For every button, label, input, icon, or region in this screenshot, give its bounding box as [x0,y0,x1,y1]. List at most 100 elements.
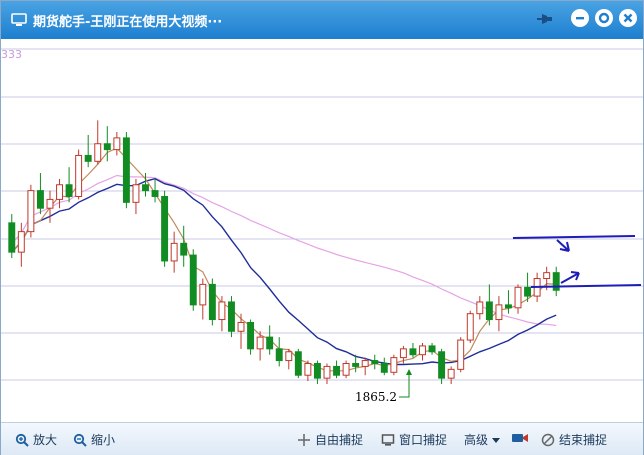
crosshair-icon [298,433,310,446]
candle-body [543,272,551,280]
candle-body [199,283,207,306]
candle-body [333,365,340,376]
candle-body [552,272,560,291]
candle-body [94,143,102,162]
advanced-label: 高级 [464,433,489,447]
maximize-icon [598,12,610,24]
candle-body [103,143,111,151]
candle-body [218,301,226,321]
free-capture-button[interactable]: 自由捕捉 [297,431,363,448]
candle-body [65,184,73,197]
candle-body [151,190,159,197]
candle-body [208,283,216,321]
annotation-resistance-line [512,235,636,239]
candle-body [256,336,264,350]
minimize-icon [576,17,584,20]
candle-body [313,362,321,379]
zoom-in-label: 放大 [33,433,58,447]
candle-body [122,137,130,203]
monitor-icon [11,13,27,26]
window-capture-icon [381,433,395,446]
candle-body [142,184,149,192]
zoom-out-icon [73,433,87,447]
stop-icon [541,433,555,446]
candle-body [505,304,512,309]
maximize-button[interactable] [595,9,613,27]
low-price-marker-head [406,369,412,375]
candle-body [56,184,63,200]
candle-body [438,351,446,379]
candle-body [447,368,455,379]
candle-body [285,351,293,362]
app-window: 期货舵手-王刚正在使用大视频··· 333 1865.2 放大 缩小 自由捕捉 … [0,0,644,455]
pin-icon[interactable] [536,11,554,27]
zoom-in-button[interactable]: 放大 [15,431,57,448]
annotation-support-line [530,284,642,288]
bottom-toolbar: 放大 缩小 自由捕捉 窗口捕捉 高级 结束捕捉 [1,422,643,455]
candle-body [180,242,188,256]
video-camera-icon [512,434,528,442]
candle-body [294,351,302,376]
candle-body [352,362,360,367]
candle-body [84,154,92,162]
candle-body [371,360,379,364]
moving-average-short [11,147,557,372]
candle-body [275,348,283,362]
close-button[interactable] [619,9,637,27]
advanced-dropdown[interactable]: 高级 [464,431,505,448]
zoom-out-label: 缩小 [91,433,116,447]
end-capture-button[interactable]: 结束捕捉 [541,431,607,448]
candle-body [409,348,417,356]
candle-body [485,301,493,321]
candle-body [466,313,474,341]
candle-body [247,321,255,350]
zoom-in-icon [15,433,29,447]
dropdown-arrow-icon [492,437,501,443]
candle-body [36,190,44,209]
minimize-button[interactable] [571,9,589,27]
candle-body [495,304,503,321]
candle-body [457,339,465,370]
title-bar[interactable]: 期货舵手-王刚正在使用大视频··· [1,1,643,39]
candle-body [419,345,426,356]
close-icon [623,13,633,23]
candle-body [237,321,245,332]
candle-body [476,301,484,315]
candle-body [524,286,532,297]
candle-body [27,190,35,233]
candle-body [17,231,25,253]
moving-average-mid [11,177,557,366]
zoom-out-button[interactable]: 缩小 [73,431,115,448]
candle-body [75,154,83,197]
low-price-annotation: 1865.2 [355,390,397,404]
candle-body [428,345,436,353]
candle-body [132,184,140,203]
candle-body [228,301,235,332]
moving-average-long [11,174,557,327]
candle-body [266,336,274,350]
candle-body [46,198,54,209]
candle-body [113,137,121,151]
annotation-arrow-up [560,271,580,284]
window-capture-button[interactable]: 窗口捕捉 [381,431,447,448]
candle-body [342,362,350,376]
free-capture-label: 自由捕捉 [315,433,364,447]
candle-body [304,362,312,376]
candle-body [323,365,331,379]
record-video-button[interactable] [511,431,533,445]
chart-canvas[interactable]: 333 1865.2 [1,39,643,422]
price-label-top: 333 [1,48,22,61]
window-title: 期货舵手-王刚正在使用大视频··· [33,15,223,30]
candle-body [170,242,178,262]
candle-body [514,286,522,309]
window-capture-label: 窗口捕捉 [399,433,448,447]
candlestick-chart: 333 1865.2 [1,48,643,404]
candle-body [8,222,16,253]
end-capture-label: 结束捕捉 [559,433,608,447]
candle-body [390,357,398,373]
candle-body [189,254,197,306]
candle-body [399,348,407,359]
candle-body [380,362,388,373]
candle-body [161,195,169,262]
candle-body [361,360,369,367]
